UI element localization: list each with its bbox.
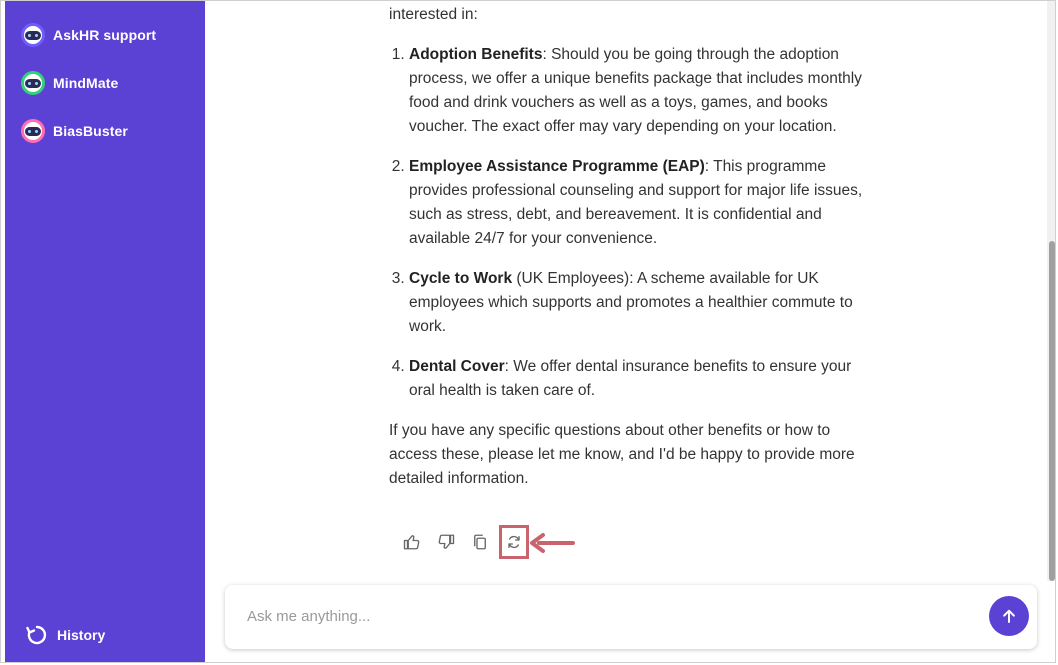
list-item-title: Adoption Benefits bbox=[409, 46, 543, 63]
scrollbar-thumb[interactable] bbox=[1049, 241, 1055, 581]
history-button[interactable]: History bbox=[25, 623, 105, 647]
list-item: Dental Cover: We offer dental insurance … bbox=[409, 355, 869, 403]
sidebar-item-label: BiasBuster bbox=[53, 123, 128, 139]
message-intro: interested in: bbox=[389, 6, 478, 23]
thumbs-up-icon bbox=[403, 535, 420, 550]
copy-icon bbox=[474, 534, 486, 550]
copy-button[interactable] bbox=[467, 529, 493, 555]
list-item: Adoption Benefits: Should you be going t… bbox=[409, 43, 869, 139]
list-item: Employee Assistance Programme (EAP): Thi… bbox=[409, 155, 869, 251]
history-icon bbox=[26, 625, 47, 645]
annotation-arrow-icon bbox=[530, 533, 575, 553]
thumbs-up-button[interactable] bbox=[399, 529, 425, 555]
mindmate-bot-icon bbox=[21, 71, 45, 95]
sidebar-item-label: MindMate bbox=[53, 75, 119, 91]
benefits-list: Adoption Benefits: Should you be going t… bbox=[389, 43, 869, 403]
list-item: Cycle to Work (UK Employees): A scheme a… bbox=[409, 267, 869, 339]
sidebar-item-mindmate[interactable]: MindMate bbox=[21, 69, 118, 97]
sidebar-item-label: AskHR support bbox=[53, 27, 157, 43]
thumbs-down-button[interactable] bbox=[433, 529, 459, 555]
chat-scrollbar[interactable] bbox=[1047, 1, 1055, 581]
history-label: History bbox=[57, 627, 106, 643]
message-closing: If you have any specific questions about… bbox=[389, 422, 855, 487]
list-item-title: Cycle to Work bbox=[409, 270, 513, 287]
sidebar-item-askhr-support[interactable]: AskHR support bbox=[21, 21, 156, 49]
sidebar: AskHR support MindMate BiasBuster Histor… bbox=[5, 1, 205, 662]
list-item-title: Dental Cover bbox=[409, 358, 505, 375]
biasbuster-bot-icon bbox=[21, 119, 45, 143]
arrow-up-icon bbox=[1003, 609, 1015, 623]
chat-input-container bbox=[225, 585, 1037, 649]
askhr-bot-icon bbox=[21, 23, 45, 47]
thumbs-down-icon bbox=[438, 534, 455, 549]
assistant-message: interested in: Adoption Benefits: Should… bbox=[389, 3, 869, 491]
chat-area: interested in: Adoption Benefits: Should… bbox=[205, 1, 1055, 662]
regenerate-icon bbox=[508, 535, 520, 549]
regenerate-button[interactable] bbox=[499, 525, 529, 559]
app-window: AskHR support MindMate BiasBuster Histor… bbox=[0, 0, 1056, 663]
list-item-title: Employee Assistance Programme (EAP) bbox=[409, 158, 705, 175]
send-button[interactable] bbox=[989, 596, 1029, 636]
chat-input[interactable] bbox=[245, 603, 949, 629]
sidebar-item-biasbuster[interactable]: BiasBuster bbox=[21, 117, 128, 145]
message-actions bbox=[399, 525, 537, 559]
